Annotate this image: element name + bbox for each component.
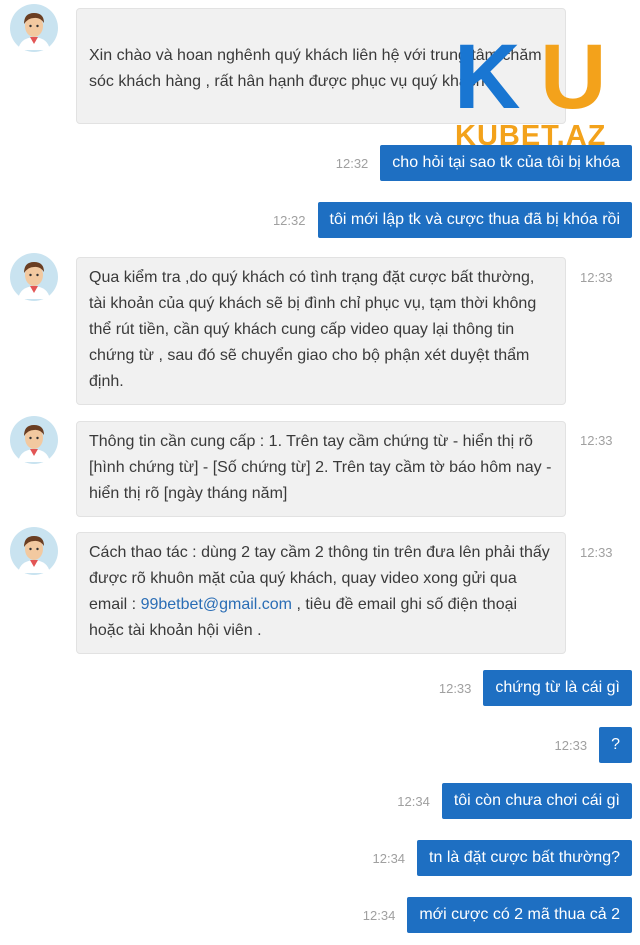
user-message-bubble: tôi mới lập tk và cược thua đã bị khóa r… <box>317 202 632 238</box>
agent-avatar <box>10 4 58 52</box>
message-time: 12:33 <box>554 737 588 753</box>
message-time: 12:33 <box>580 433 613 448</box>
logo-u-letter: U <box>540 30 606 128</box>
message-time: 12:33 <box>580 545 613 560</box>
logo-k-letter: K <box>454 30 520 128</box>
message-time: 12:34 <box>362 907 396 923</box>
agent-message-bubble: Cách thao tác : dùng 2 tay cầm 2 thông t… <box>76 532 566 654</box>
agent-message-text: Qua kiểm tra ,do quý khách có tình trạng… <box>89 269 537 390</box>
user-message-row: 12:34 mới cược có 2 mã thua cả 2 <box>363 897 632 933</box>
user-message-bubble: cho hỏi tại sao tk của tôi bị khóa <box>380 145 632 181</box>
agent-avatar <box>10 416 58 464</box>
message-time: 12:34 <box>372 850 406 866</box>
user-message-row: 12:32 cho hỏi tại sao tk của tôi bị khóa <box>336 145 632 181</box>
user-message-row: 12:32 tôi mới lập tk và cược thua đã bị … <box>273 202 632 238</box>
user-message-row: 12:33 ? <box>555 727 632 763</box>
message-time: 12:32 <box>272 212 306 228</box>
agent-message-bubble: Qua kiểm tra ,do quý khách có tình trạng… <box>76 257 566 405</box>
agent-avatar <box>10 527 58 575</box>
user-message-row: 12:33 chứng từ là cái gì <box>439 670 632 706</box>
user-message-bubble: ? <box>599 727 632 763</box>
agent-message-bubble: Thông tin cần cung cấp : 1. Trên tay cầm… <box>76 421 566 517</box>
message-time: 12:34 <box>397 793 430 809</box>
user-message-row: 12:34 tn là đặt cược bất thường? <box>372 840 632 876</box>
user-message-bubble: mới cược có 2 mã thua cả 2 <box>407 897 632 933</box>
user-message-bubble: tn là đặt cược bất thường? <box>417 840 632 876</box>
user-message-bubble: chứng từ là cái gì <box>483 670 632 706</box>
message-time: 12:33 <box>438 680 472 696</box>
agent-avatar <box>10 253 58 301</box>
agent-message-text: Thông tin cần cung cấp : 1. Trên tay cầm… <box>89 433 552 502</box>
email-link[interactable]: 99betbet@gmail.com <box>141 596 292 613</box>
message-time: 12:33 <box>580 270 613 285</box>
message-time: 12:32 <box>335 155 369 171</box>
user-message-row: 12:34 tôi còn chưa chơi cái gì <box>397 783 632 819</box>
user-message-bubble: tôi còn chưa chơi cái gì <box>441 783 632 819</box>
